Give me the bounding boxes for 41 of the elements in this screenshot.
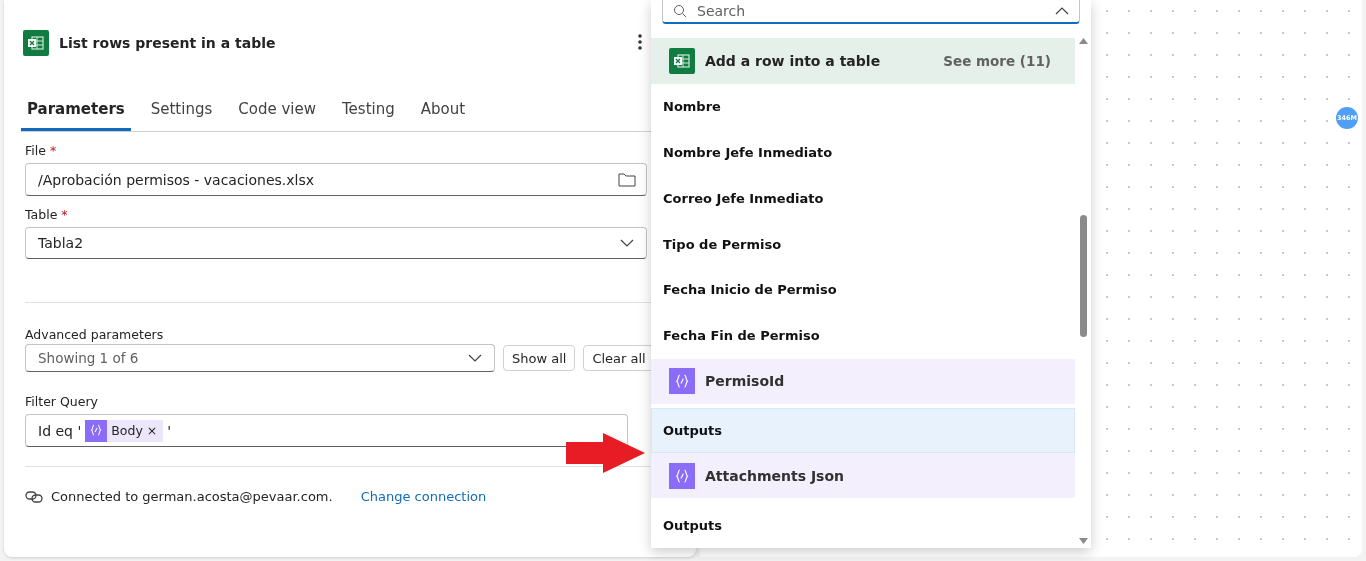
change-connection-link[interactable]: Change connection (360, 489, 487, 504)
connection-text: Connected to german.acosta@pevaar.com. (51, 489, 333, 504)
tab[interactable]: Code view (232, 100, 322, 131)
tab[interactable]: Settings (144, 100, 219, 131)
expression-icon (85, 419, 108, 442)
advanced-parameters-dropdown[interactable]: Showing 1 of 6 (25, 344, 495, 372)
list-item[interactable]: Outputs (651, 407, 1075, 454)
table-dropdown[interactable]: Tabla2 (25, 227, 647, 259)
chevron-down-icon (468, 354, 482, 362)
action-title: List rows present in a table (59, 35, 277, 51)
search-icon (673, 4, 687, 18)
tab[interactable]: Testing (335, 100, 401, 131)
chevron-up-icon (1055, 7, 1069, 15)
search-input[interactable]: Search (695, 2, 1047, 20)
query-text: Id eq ' (38, 422, 82, 439)
field-label: Filter Query (25, 394, 98, 409)
scroll-up-icon[interactable] (1078, 38, 1088, 44)
chevron-down-icon (620, 239, 634, 247)
link-icon (25, 489, 43, 504)
list-item[interactable]: Outputs (651, 502, 1075, 548)
folder-icon[interactable] (618, 172, 636, 187)
scrollbar-thumb[interactable] (1079, 215, 1087, 337)
field-label: Table * (25, 207, 68, 222)
expression-icon (669, 462, 695, 489)
tab[interactable]: About (414, 100, 472, 131)
excel-icon (669, 47, 695, 74)
field-label: Advanced parameters (25, 327, 164, 342)
search-field[interactable]: Search (662, 0, 1080, 24)
scroll-down-icon[interactable] (1078, 538, 1088, 544)
action-button[interactable]: Show all (503, 345, 576, 371)
group-title: Add a row into a table (705, 52, 882, 69)
excel-icon (23, 30, 49, 56)
token-chip[interactable]: Body × (85, 419, 164, 442)
file-field[interactable]: /Aprobación permisos - vacaciones.xlsx (25, 163, 647, 196)
expression-icon (669, 368, 695, 395)
tab[interactable]: Parameters (21, 100, 131, 131)
query-text: ' (167, 422, 172, 439)
field-label: File * (25, 143, 57, 158)
token-item[interactable]: Attachments Json (651, 453, 1075, 499)
token-item[interactable]: PermisoId (651, 358, 1075, 404)
see-more-button[interactable]: See more (11) (937, 51, 1057, 70)
